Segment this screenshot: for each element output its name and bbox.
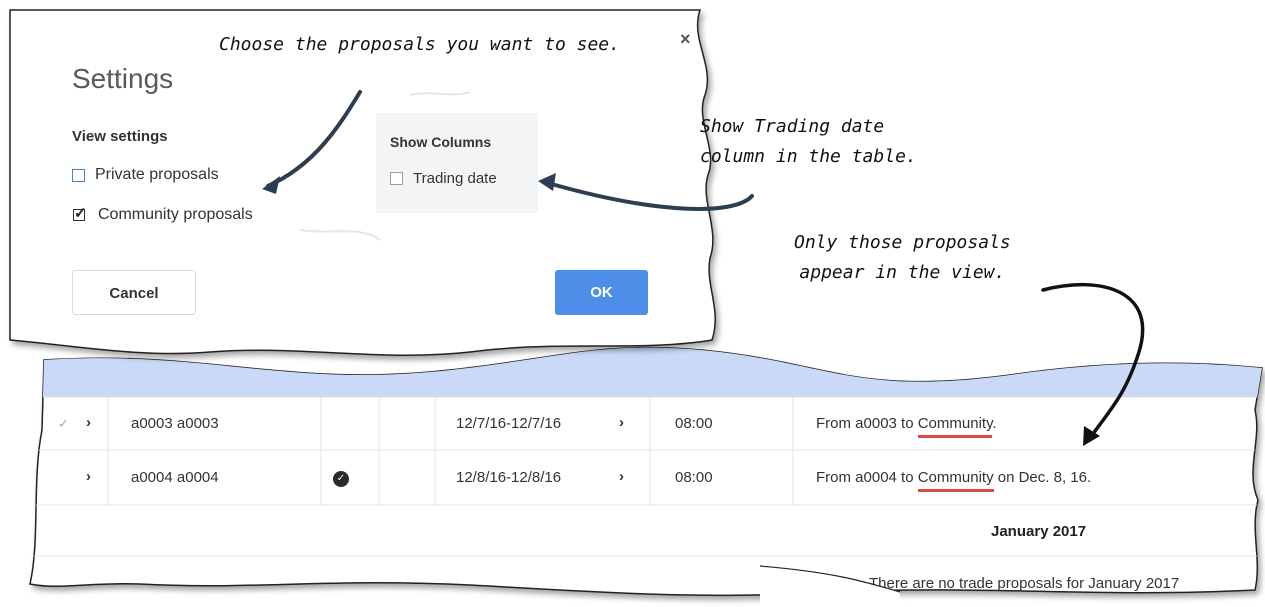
community-proposals-option[interactable]: ✓ Community proposals bbox=[72, 205, 253, 224]
trading-date-checkbox[interactable] bbox=[390, 172, 403, 185]
community-proposals-checkbox[interactable]: ✓ bbox=[72, 205, 88, 223]
dates-chevron-icon[interactable]: › bbox=[619, 413, 624, 433]
annotation-only-those: Only those proposals appear in the view. bbox=[794, 228, 1011, 288]
proposal-description: From a0004 to Community on Dec. 8, 16. bbox=[816, 468, 1091, 492]
expand-chevron-icon[interactable]: › bbox=[86, 467, 91, 487]
show-columns-panel bbox=[376, 113, 538, 213]
trading-date-option[interactable]: Trading date bbox=[390, 170, 497, 187]
private-proposals-label: Private proposals bbox=[95, 166, 219, 183]
proposal-dates: 12/8/16-12/8/16 bbox=[456, 469, 562, 486]
close-icon[interactable]: × bbox=[680, 29, 691, 50]
proposal-time: 08:00 bbox=[675, 469, 713, 486]
annotation-line: Only those proposals bbox=[794, 232, 1011, 253]
private-proposals-checkbox[interactable] bbox=[72, 168, 85, 182]
expand-chevron-icon[interactable]: › bbox=[86, 413, 91, 433]
view-settings-heading: View settings bbox=[72, 128, 168, 145]
proposal-dates: 12/7/16-12/7/16 bbox=[456, 415, 562, 432]
show-columns-heading: Show Columns bbox=[390, 134, 492, 150]
annotation-choose-proposals: Choose the proposals you want to see. bbox=[219, 34, 620, 55]
annotation-line: column in the table. bbox=[700, 146, 917, 167]
proposal-name: a0004 a0004 bbox=[131, 469, 219, 486]
proposal-description: From a0003 to Community. bbox=[816, 414, 997, 438]
check-circle-icon: ✓ bbox=[333, 471, 349, 487]
highlight-community: Community bbox=[917, 469, 994, 492]
dialog-title: Settings bbox=[72, 63, 174, 94]
highlight-community: Community bbox=[917, 415, 993, 438]
row-check-icon: ✓ bbox=[58, 416, 69, 431]
empty-message-clip: There are no trade proposals for January… bbox=[780, 568, 1240, 592]
proposal-time: 08:00 bbox=[675, 415, 713, 432]
proposal-name: a0003 a0003 bbox=[131, 415, 219, 432]
private-proposals-option[interactable]: Private proposals bbox=[72, 166, 219, 184]
cancel-button[interactable]: Cancel bbox=[72, 270, 196, 315]
annotation-show-trading-date: Show Trading date column in the table. bbox=[700, 112, 917, 172]
dates-chevron-icon[interactable]: › bbox=[619, 467, 624, 487]
month-header: January 2017 bbox=[991, 523, 1087, 540]
ok-button[interactable]: OK bbox=[555, 270, 648, 315]
annotation-line: appear in the view. bbox=[799, 262, 1006, 283]
empty-message: There are no trade proposals for January… bbox=[869, 575, 1180, 592]
community-proposals-label: Community proposals bbox=[98, 206, 253, 223]
annotation-line: Show Trading date bbox=[700, 116, 885, 137]
trading-date-label: Trading date bbox=[413, 170, 497, 187]
checkmark-icon: ✓ bbox=[74, 205, 87, 222]
